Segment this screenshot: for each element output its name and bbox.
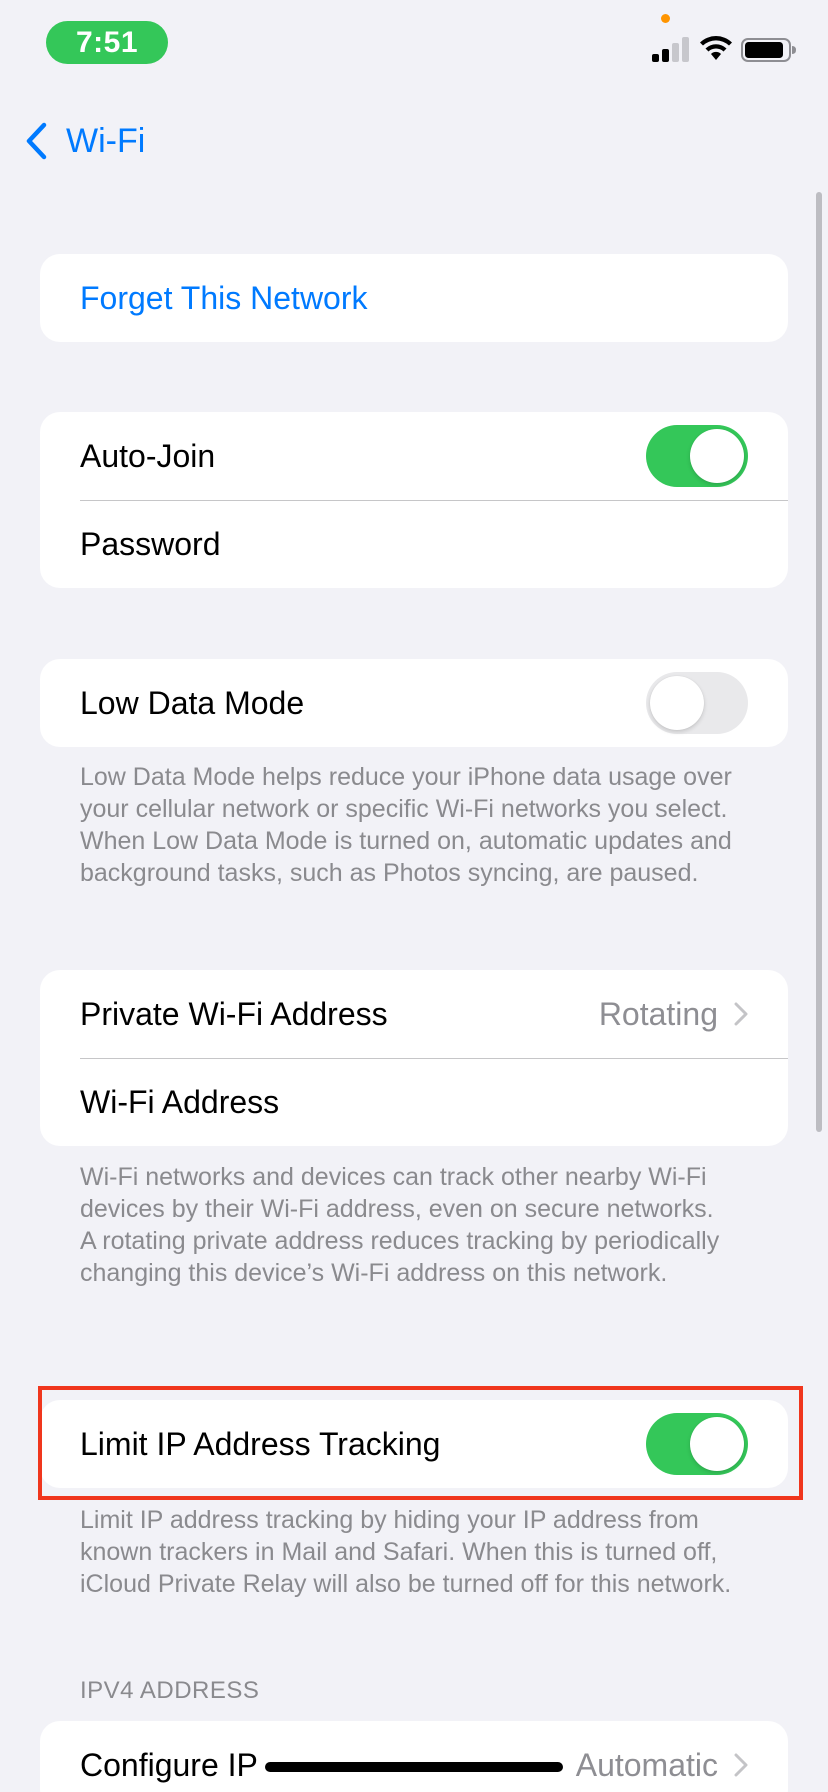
cellular-signal-icon	[652, 36, 690, 62]
password-row[interactable]: Password	[40, 500, 788, 588]
join-settings-group: Auto-Join Password	[40, 412, 788, 588]
low-data-group: Low Data Mode	[40, 659, 788, 747]
private-address-value: Rotating	[598, 995, 718, 1032]
private-address-label: Private Wi-Fi Address	[80, 995, 388, 1032]
auto-join-row: Auto-Join	[40, 412, 788, 500]
toggle-knob	[690, 429, 744, 483]
chevron-right-icon	[734, 1753, 748, 1777]
auto-join-toggle[interactable]	[646, 425, 748, 487]
ipv4-section-header: IPV4 ADDRESS	[80, 1677, 260, 1704]
forget-network-button[interactable]: Forget This Network	[40, 254, 788, 342]
limit-ip-footnote: Limit IP address tracking by hiding your…	[80, 1506, 732, 1598]
configure-ip-value: Automatic	[575, 1746, 718, 1783]
battery-icon	[741, 38, 796, 62]
low-data-label: Low Data Mode	[80, 684, 305, 721]
highlight-box	[38, 1386, 803, 1500]
auto-join-label: Auto-Join	[80, 437, 216, 474]
address-footnote: Wi-Fi networks and devices can track oth…	[80, 1161, 760, 1289]
password-label: Password	[80, 525, 221, 562]
toggle-knob	[650, 676, 704, 730]
scrollbar[interactable]	[816, 192, 822, 1132]
chevron-left-icon	[26, 122, 47, 160]
wifi-address-row: Wi-Fi Address	[40, 1058, 788, 1146]
configure-ip-row[interactable]: Configure IP Automatic	[40, 1721, 788, 1792]
back-label: Wi-Fi	[66, 121, 146, 160]
chevron-right-icon	[734, 1002, 748, 1026]
wifi-address-label: Wi-Fi Address	[80, 1083, 280, 1120]
address-footnote-2: A rotating private address reduces track…	[80, 1227, 720, 1287]
address-footnote-1: Wi-Fi networks and devices can track oth…	[80, 1163, 714, 1223]
back-button[interactable]: Wi-Fi	[24, 118, 145, 164]
low-data-footnote: Low Data Mode helps reduce your iPhone d…	[80, 763, 732, 887]
home-indicator[interactable]	[265, 1762, 563, 1772]
private-address-row[interactable]: Private Wi-Fi Address Rotating	[40, 970, 788, 1058]
privacy-indicator-dot	[661, 14, 670, 23]
forget-network-group: Forget This Network	[40, 254, 788, 342]
low-data-toggle[interactable]	[646, 672, 748, 734]
screen: 7:51 Wi-Fi Forget This Network Auto-Join	[0, 0, 828, 1792]
wifi-icon	[700, 36, 732, 60]
forget-network-label: Forget This Network	[80, 279, 368, 316]
address-group: Private Wi-Fi Address Rotating Wi-Fi Add…	[40, 970, 788, 1146]
low-data-row: Low Data Mode	[40, 659, 788, 747]
ipv4-group: Configure IP Automatic	[40, 1721, 788, 1792]
status-time[interactable]: 7:51	[46, 21, 168, 64]
